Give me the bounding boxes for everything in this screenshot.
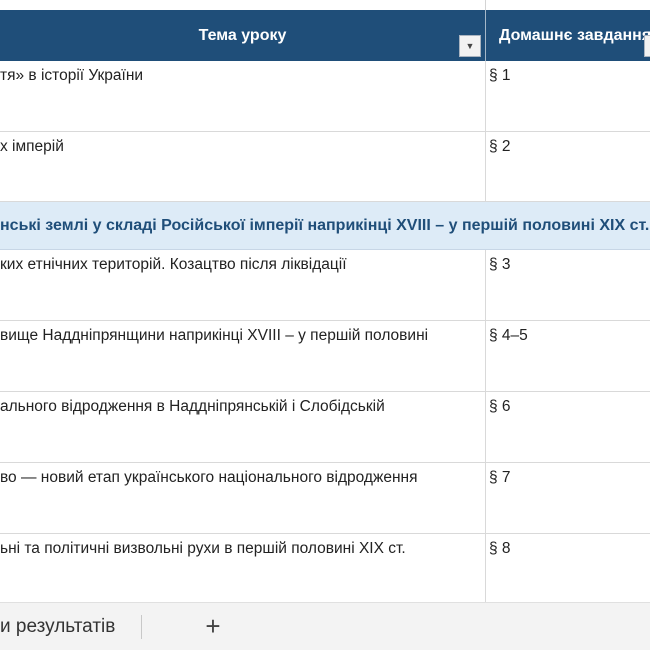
topic-cell[interactable]: ких етнічних територій. Козацтво після л… <box>0 250 485 320</box>
homework-cell[interactable]: § 6 <box>486 392 650 462</box>
tab-divider <box>141 615 142 639</box>
table-header-row: Тема уроку Домашнє завдання <box>0 10 650 61</box>
table-row[interactable]: вище Наддніпрянщини наприкінці XVIII – у… <box>0 321 650 392</box>
table-row[interactable]: во — новий етап українського національно… <box>0 463 650 534</box>
homework-cell[interactable]: § 7 <box>486 463 650 533</box>
homework-cell[interactable]: § 3 <box>486 250 650 320</box>
homework-cell[interactable]: § 1 <box>486 61 650 131</box>
section-row[interactable]: нські землі у складі Російської імперії … <box>0 202 650 250</box>
filter-dropdown-icon[interactable]: ▼ <box>459 35 481 57</box>
table-row[interactable]: ьні та політичні визвольні рухи в першій… <box>0 534 650 602</box>
section-title: нські землі у складі Російської імперії … <box>0 216 650 234</box>
sheet-tab-results[interactable]: и результатів <box>0 603 115 650</box>
plus-icon[interactable]: + <box>198 611 228 641</box>
table-row[interactable]: ких етнічних територій. Козацтво після л… <box>0 250 650 321</box>
homework-cell[interactable]: § 8 <box>486 534 650 602</box>
topic-cell[interactable]: х імперій <box>0 132 485 201</box>
header-homework[interactable]: Домашнє завдання <box>486 10 650 61</box>
homework-cell[interactable]: § 2 <box>486 132 650 201</box>
topic-cell[interactable]: во — новий етап українського національно… <box>0 463 485 533</box>
topic-cell[interactable]: вище Наддніпрянщини наприкінці XVIII – у… <box>0 321 485 391</box>
topic-cell[interactable]: ального відродження в Наддніпрянській і … <box>0 392 485 462</box>
topic-cell[interactable]: тя» в історії України <box>0 61 485 131</box>
sheet-tab-bar: и результатів + <box>0 602 650 650</box>
table-row[interactable]: ального відродження в Наддніпрянській і … <box>0 392 650 463</box>
homework-cell[interactable]: § 4–5 <box>486 321 650 391</box>
table-row[interactable]: х імперій § 2 <box>0 132 650 202</box>
spreadsheet-grid[interactable]: Тема уроку Домашнє завдання ▼ ▼ тя» в іс… <box>0 0 650 602</box>
header-topic[interactable]: Тема уроку <box>0 10 485 61</box>
filter-dropdown-icon[interactable]: ▼ <box>644 35 650 57</box>
topic-cell[interactable]: ьні та політичні визвольні рухи в першій… <box>0 534 485 602</box>
partial-row-above <box>0 0 650 10</box>
table-row[interactable]: тя» в історії України § 1 <box>0 61 650 132</box>
